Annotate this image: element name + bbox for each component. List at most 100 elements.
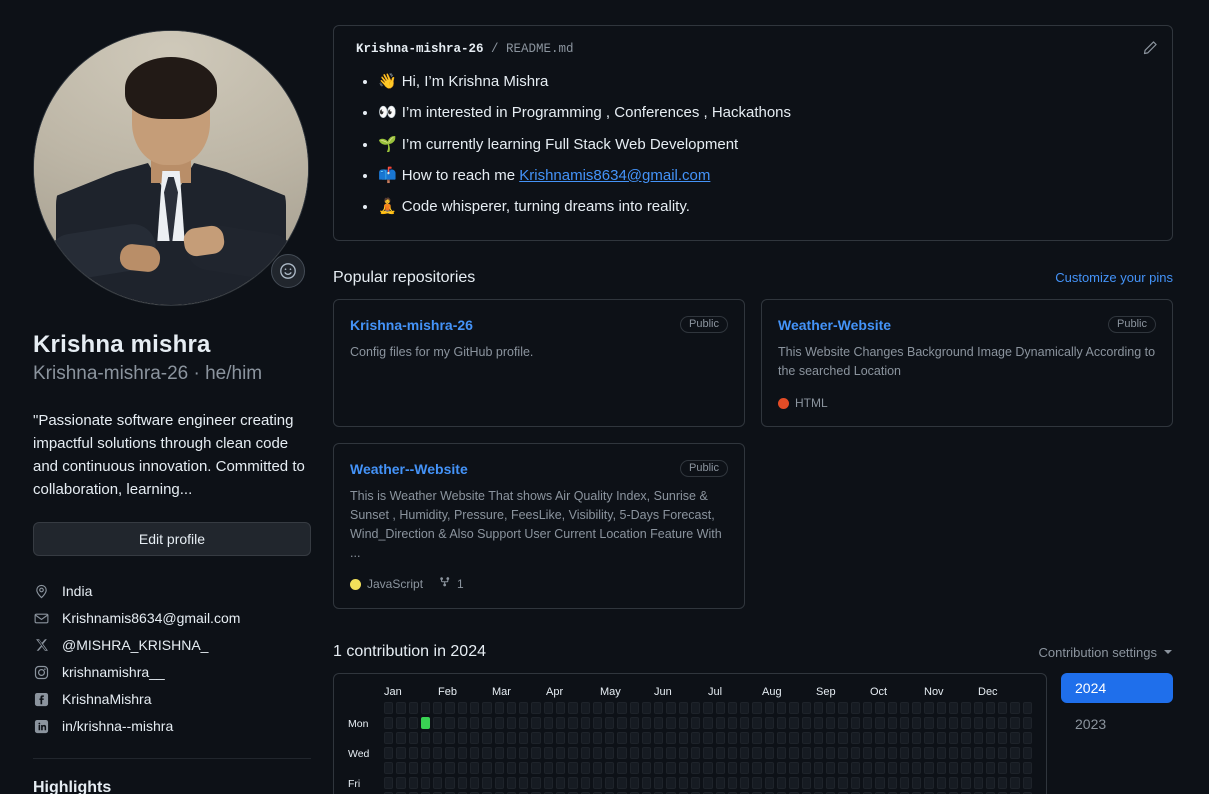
repo-name-link[interactable]: Weather-Website bbox=[778, 317, 891, 333]
contribution-cell[interactable] bbox=[445, 747, 455, 760]
contribution-cell[interactable] bbox=[469, 747, 480, 760]
contribution-cell[interactable] bbox=[703, 732, 713, 745]
contribution-cell[interactable] bbox=[727, 717, 738, 730]
contribution-cell[interactable] bbox=[936, 717, 946, 730]
contribution-cell[interactable] bbox=[998, 777, 1008, 790]
contribution-cell[interactable] bbox=[998, 747, 1008, 760]
contribution-cell[interactable] bbox=[445, 762, 455, 775]
contribution-cell[interactable] bbox=[555, 777, 566, 790]
contribution-cell[interactable] bbox=[850, 747, 860, 760]
contribution-cell[interactable] bbox=[568, 702, 578, 715]
contribution-cell[interactable] bbox=[605, 777, 615, 790]
contribution-cell[interactable] bbox=[887, 762, 897, 775]
repo-card[interactable]: Weather--Website Public This is Weather … bbox=[333, 443, 745, 610]
contribution-cell[interactable] bbox=[850, 732, 860, 745]
contribution-cell[interactable] bbox=[580, 732, 590, 745]
contribution-cell[interactable] bbox=[703, 777, 713, 790]
contribution-cell[interactable] bbox=[433, 762, 443, 775]
contribution-cell[interactable] bbox=[457, 732, 467, 745]
contribution-cell[interactable] bbox=[629, 762, 639, 775]
contribution-cell[interactable] bbox=[605, 732, 615, 745]
readme-repo-name[interactable]: Krishna-mishra-26 bbox=[356, 42, 484, 56]
contribution-cell[interactable] bbox=[727, 732, 738, 745]
contribution-cell[interactable] bbox=[641, 732, 652, 745]
contribution-cell[interactable] bbox=[641, 717, 652, 730]
repo-name-link[interactable]: Weather--Website bbox=[350, 461, 468, 477]
contribution-cell[interactable] bbox=[666, 747, 676, 760]
contribution-cell[interactable] bbox=[838, 702, 848, 715]
contribution-cell[interactable] bbox=[789, 702, 799, 715]
contribution-cell[interactable] bbox=[506, 762, 517, 775]
contribution-cell[interactable] bbox=[850, 777, 860, 790]
contribution-cell[interactable] bbox=[875, 747, 885, 760]
contribution-cell[interactable] bbox=[629, 732, 639, 745]
contribution-cell[interactable] bbox=[936, 732, 946, 745]
contribution-cell[interactable] bbox=[1010, 717, 1020, 730]
contribution-cell[interactable] bbox=[801, 762, 811, 775]
contribution-cell[interactable] bbox=[752, 732, 762, 745]
contribution-cell[interactable] bbox=[1010, 702, 1020, 715]
contribution-cell[interactable] bbox=[678, 732, 689, 745]
contribution-cell[interactable] bbox=[899, 717, 910, 730]
contribution-cell[interactable] bbox=[457, 762, 467, 775]
contribution-cell[interactable] bbox=[482, 717, 492, 730]
contribution-cell[interactable] bbox=[568, 732, 578, 745]
contribution-cell[interactable] bbox=[961, 717, 971, 730]
contribution-cell[interactable] bbox=[580, 702, 590, 715]
contribution-cell[interactable] bbox=[789, 717, 799, 730]
readme-email-link[interactable]: Krishnamis8634@gmail.com bbox=[519, 167, 710, 184]
contribution-cell[interactable] bbox=[580, 762, 590, 775]
contribution-cell[interactable] bbox=[531, 762, 541, 775]
contribution-cell[interactable] bbox=[912, 747, 922, 760]
contribution-cell[interactable] bbox=[654, 702, 664, 715]
contribution-cell[interactable] bbox=[789, 762, 799, 775]
contribution-cell[interactable] bbox=[973, 732, 983, 745]
contribution-cell[interactable] bbox=[936, 702, 946, 715]
contribution-cell[interactable] bbox=[764, 747, 774, 760]
contribution-cell[interactable] bbox=[678, 747, 689, 760]
contribution-cell[interactable] bbox=[396, 702, 406, 715]
contribution-cell[interactable] bbox=[899, 777, 910, 790]
contribution-cell[interactable] bbox=[961, 747, 971, 760]
repo-card[interactable]: Weather-Website Public This Website Chan… bbox=[761, 299, 1173, 428]
contribution-cell[interactable] bbox=[813, 732, 824, 745]
contribution-cell[interactable] bbox=[801, 717, 811, 730]
contribution-cell[interactable] bbox=[752, 747, 762, 760]
contribution-cell[interactable] bbox=[396, 732, 406, 745]
contribution-cell[interactable] bbox=[777, 717, 787, 730]
contribution-cell[interactable] bbox=[568, 762, 578, 775]
contribution-cell[interactable] bbox=[789, 732, 799, 745]
contribution-cell[interactable] bbox=[998, 732, 1008, 745]
contribution-cell[interactable] bbox=[998, 762, 1008, 775]
contribution-cell[interactable] bbox=[875, 777, 885, 790]
contribution-cell[interactable] bbox=[691, 702, 701, 715]
contribution-cell[interactable] bbox=[961, 762, 971, 775]
contribution-cell[interactable] bbox=[617, 717, 627, 730]
contribution-cell[interactable] bbox=[519, 777, 529, 790]
contribution-cell[interactable] bbox=[826, 717, 836, 730]
contribution-settings-button[interactable]: Contribution settings bbox=[1038, 645, 1173, 660]
contribution-cell[interactable] bbox=[531, 777, 541, 790]
contribution-cell[interactable] bbox=[924, 702, 934, 715]
contribution-cell[interactable] bbox=[494, 702, 504, 715]
contribution-cell[interactable] bbox=[703, 717, 713, 730]
contribution-cell[interactable] bbox=[875, 717, 885, 730]
contribution-cell[interactable] bbox=[543, 762, 553, 775]
contribution-cell[interactable] bbox=[715, 717, 725, 730]
contribution-cell[interactable] bbox=[740, 702, 750, 715]
contribution-cell[interactable] bbox=[801, 702, 811, 715]
contribution-cell[interactable] bbox=[555, 702, 566, 715]
contribution-cell[interactable] bbox=[973, 702, 983, 715]
contribution-cell[interactable] bbox=[396, 777, 406, 790]
contribution-cell[interactable] bbox=[666, 732, 676, 745]
contribution-cell[interactable] bbox=[948, 732, 959, 745]
link-email[interactable]: Krishnamis8634@gmail.com bbox=[33, 605, 309, 632]
contribution-cell[interactable] bbox=[433, 717, 443, 730]
contribution-cell[interactable] bbox=[469, 732, 480, 745]
contribution-cell[interactable] bbox=[691, 762, 701, 775]
contribution-cell[interactable] bbox=[445, 702, 455, 715]
contribution-cell[interactable] bbox=[543, 702, 553, 715]
contribution-cell[interactable] bbox=[838, 777, 848, 790]
contribution-cell[interactable] bbox=[850, 762, 860, 775]
contribution-cell[interactable] bbox=[408, 777, 418, 790]
